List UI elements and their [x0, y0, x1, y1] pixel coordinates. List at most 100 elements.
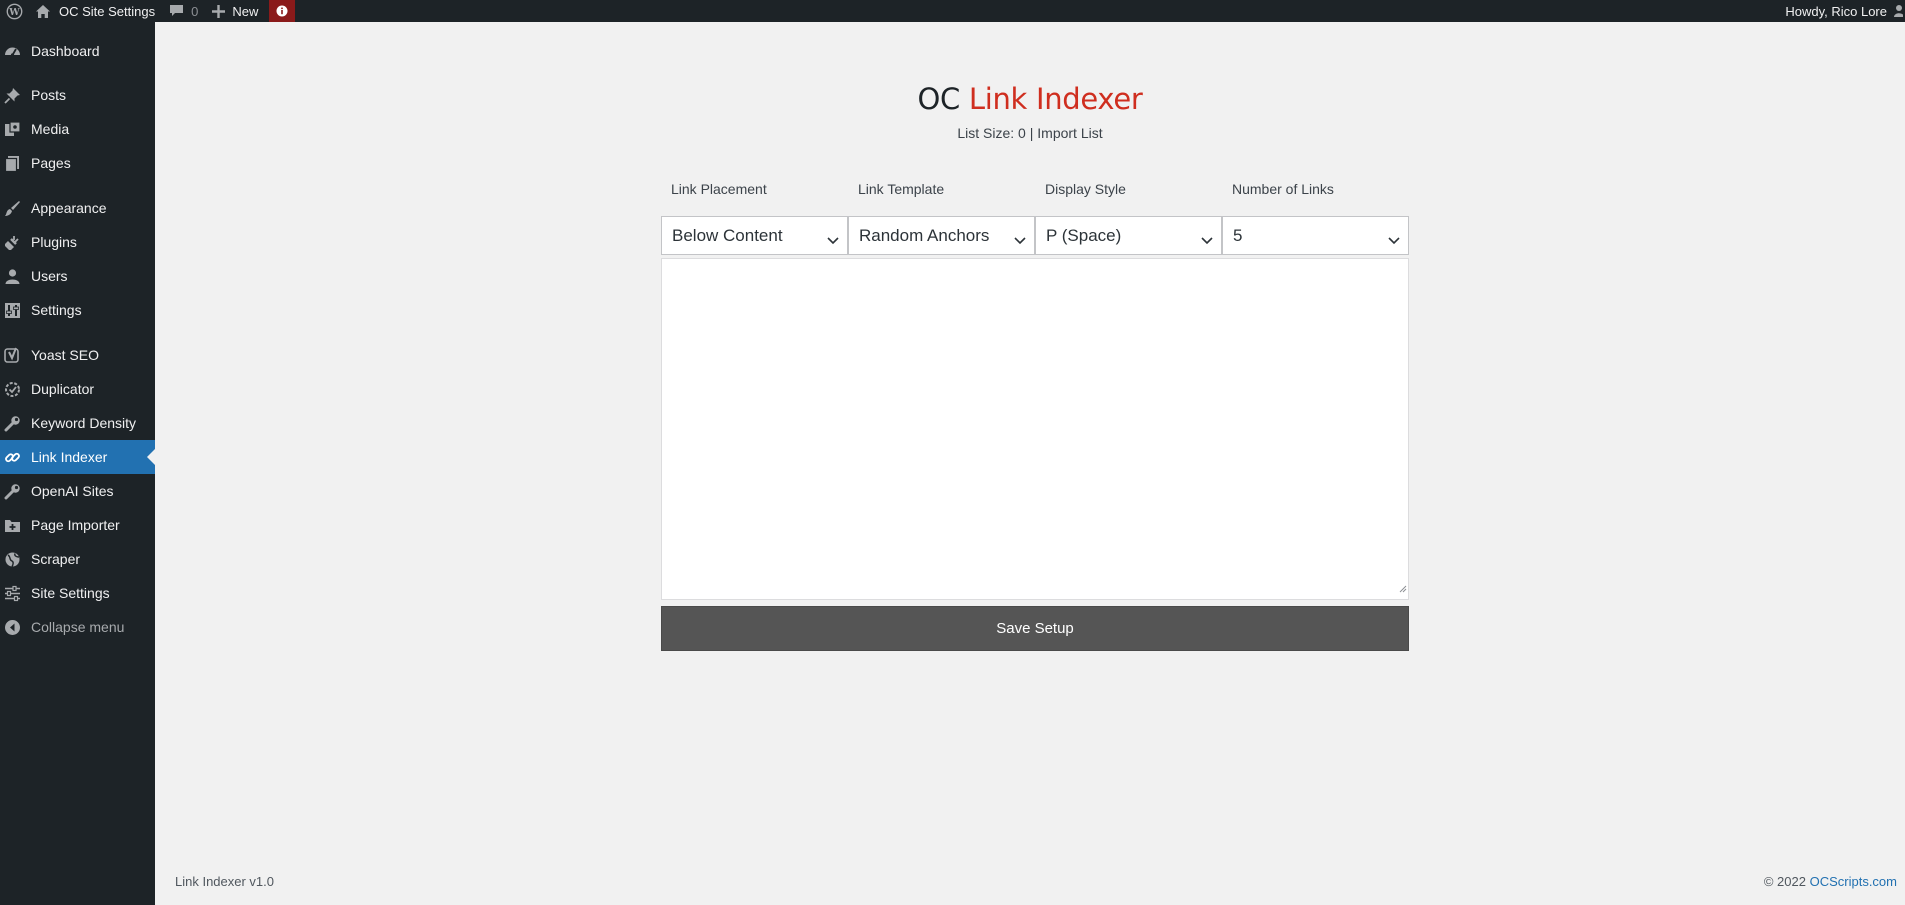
- comments-link[interactable]: 0: [162, 0, 205, 22]
- link-template-label: Link Template: [858, 181, 945, 197]
- sidebar-item-pages[interactable]: Pages: [0, 146, 155, 180]
- duplicator-icon: [4, 381, 21, 398]
- wordpress-logo-icon: W: [6, 3, 23, 20]
- plug-icon: [4, 234, 21, 251]
- sidebar-item-label: Plugins: [31, 234, 77, 250]
- ocscripts-link[interactable]: OCScripts.com: [1810, 874, 1897, 889]
- dashboard-icon: [4, 43, 21, 60]
- collapse-menu-label: Collapse menu: [31, 619, 125, 635]
- sidebar-item-dashboard[interactable]: Dashboard: [0, 34, 155, 68]
- sidebar-item-plugins[interactable]: Plugins: [0, 225, 155, 259]
- sidebar-item-label: Link Indexer: [31, 449, 108, 465]
- wordpress-logo-button[interactable]: W: [0, 0, 28, 22]
- site-name-link[interactable]: OC Site Settings: [28, 0, 162, 22]
- link-placement-select[interactable]: Below Content: [661, 216, 848, 255]
- link-placement-label: Link Placement: [671, 181, 767, 197]
- sidebar-item-scraper[interactable]: Scraper: [0, 542, 155, 576]
- brush-icon: [4, 200, 21, 217]
- title-prefix: OC: [917, 82, 960, 116]
- collapse-menu-button[interactable]: Collapse menu: [0, 610, 155, 644]
- setup-form: Link Placement Link Template Display Sty…: [661, 180, 1409, 651]
- copyright-label: © 2022: [1763, 874, 1806, 889]
- sidebar-item-label: Settings: [31, 302, 82, 318]
- sidebar-item-yoast-seo[interactable]: Yoast SEO: [0, 338, 155, 372]
- chevron-down-icon: [1014, 230, 1026, 250]
- display-style-select[interactable]: P (Space): [1035, 216, 1222, 255]
- sidebar-item-users[interactable]: Users: [0, 259, 155, 293]
- field-selects: Below Content Random Anchors P (Space) 5: [661, 216, 1409, 255]
- sidebar-item-openai-sites[interactable]: OpenAI Sites: [0, 474, 155, 508]
- admin-sidebar: Dashboard Posts Media Pages Appearance P…: [0, 22, 155, 905]
- info-icon: [276, 5, 288, 17]
- sidebar-item-label: OpenAI Sites: [31, 483, 114, 499]
- chevron-down-icon: [1201, 230, 1213, 250]
- howdy-label: Howdy, Rico Lore: [1785, 3, 1887, 19]
- new-label: New: [232, 3, 259, 19]
- svg-text:W: W: [8, 6, 20, 17]
- sidebar-item-label: Appearance: [31, 200, 107, 216]
- sidebar-item-keyword-density[interactable]: Keyword Density: [0, 406, 155, 440]
- home-icon: [35, 4, 59, 19]
- select-value: Random Anchors: [859, 225, 990, 245]
- sidebar-item-label: Pages: [31, 155, 71, 171]
- main-content: OC Link Indexer List Size: 0 | Import Li…: [155, 22, 1905, 905]
- comments-count: 0: [191, 3, 199, 19]
- display-style-label: Display Style: [1045, 181, 1126, 197]
- folder-plus-icon: [4, 517, 21, 534]
- sidebar-item-settings[interactable]: Settings: [0, 293, 155, 327]
- media-icon: [4, 121, 21, 138]
- link-template-select[interactable]: Random Anchors: [848, 216, 1035, 255]
- yoast-icon: [4, 347, 21, 364]
- select-value: P (Space): [1046, 225, 1122, 245]
- field-labels: Link Placement Link Template Display Sty…: [661, 180, 1409, 208]
- new-content-link[interactable]: New: [205, 0, 265, 22]
- sidebar-item-page-importer[interactable]: Page Importer: [0, 508, 155, 542]
- plus-icon: [212, 4, 232, 18]
- save-setup-button[interactable]: Save Setup: [661, 606, 1409, 651]
- sidebar-item-label: Dashboard: [31, 43, 100, 59]
- import-list-link[interactable]: Import List: [1037, 125, 1102, 141]
- list-info: List Size: 0 | Import List: [155, 125, 1905, 141]
- sidebar-item-label: Keyword Density: [31, 415, 137, 431]
- globe-icon: [4, 551, 21, 568]
- plugin-version: Link Indexer v1.0: [175, 874, 275, 889]
- wrench-icon: [4, 483, 21, 500]
- pages-icon: [4, 155, 21, 172]
- my-account-menu[interactable]: Howdy, Rico Lore: [1785, 0, 1905, 22]
- chevron-down-icon: [1388, 230, 1400, 250]
- page-title: OC Link Indexer: [155, 82, 1905, 116]
- sidebar-item-label: Page Importer: [31, 517, 120, 533]
- sidebar-item-duplicator[interactable]: Duplicator: [0, 372, 155, 406]
- chevron-down-icon: [827, 230, 839, 250]
- sidebar-item-label: Media: [31, 121, 70, 137]
- wrench-icon: [4, 415, 21, 432]
- sidebar-item-media[interactable]: Media: [0, 112, 155, 146]
- links-textarea[interactable]: [661, 258, 1409, 600]
- sidebar-item-label: Scraper: [31, 551, 81, 567]
- sidebar-item-site-settings[interactable]: Site Settings: [0, 576, 155, 610]
- separator: |: [1029, 125, 1034, 141]
- sliders-icon: [4, 585, 21, 602]
- settings-icon: [4, 302, 21, 319]
- title-accent: Link Indexer: [968, 82, 1143, 116]
- sidebar-item-label: Duplicator: [31, 381, 95, 397]
- info-button[interactable]: [269, 0, 296, 22]
- sidebar-item-label: Yoast SEO: [31, 347, 99, 363]
- number-of-links-label: Number of Links: [1232, 181, 1334, 197]
- site-name-label: OC Site Settings: [59, 3, 156, 19]
- sidebar-item-posts[interactable]: Posts: [0, 78, 155, 112]
- avatar-icon: [1893, 3, 1904, 20]
- sidebar-item-label: Posts: [31, 87, 67, 103]
- sidebar-item-appearance[interactable]: Appearance: [0, 191, 155, 225]
- select-value: 5: [1233, 225, 1243, 245]
- sidebar-item-label: Users: [31, 268, 68, 284]
- collapse-icon: [4, 619, 21, 636]
- resize-handle-icon[interactable]: [1398, 580, 1407, 598]
- number-of-links-select[interactable]: 5: [1222, 216, 1409, 255]
- list-size-label: List Size: 0: [957, 125, 1026, 141]
- user-icon: [4, 268, 21, 285]
- sidebar-item-link-indexer[interactable]: Link Indexer: [0, 440, 155, 474]
- link-icon: [4, 449, 21, 466]
- admin-bar: W OC Site Settings 0 New Howdy, Rico Lor…: [0, 0, 1905, 22]
- comment-icon: [169, 4, 191, 18]
